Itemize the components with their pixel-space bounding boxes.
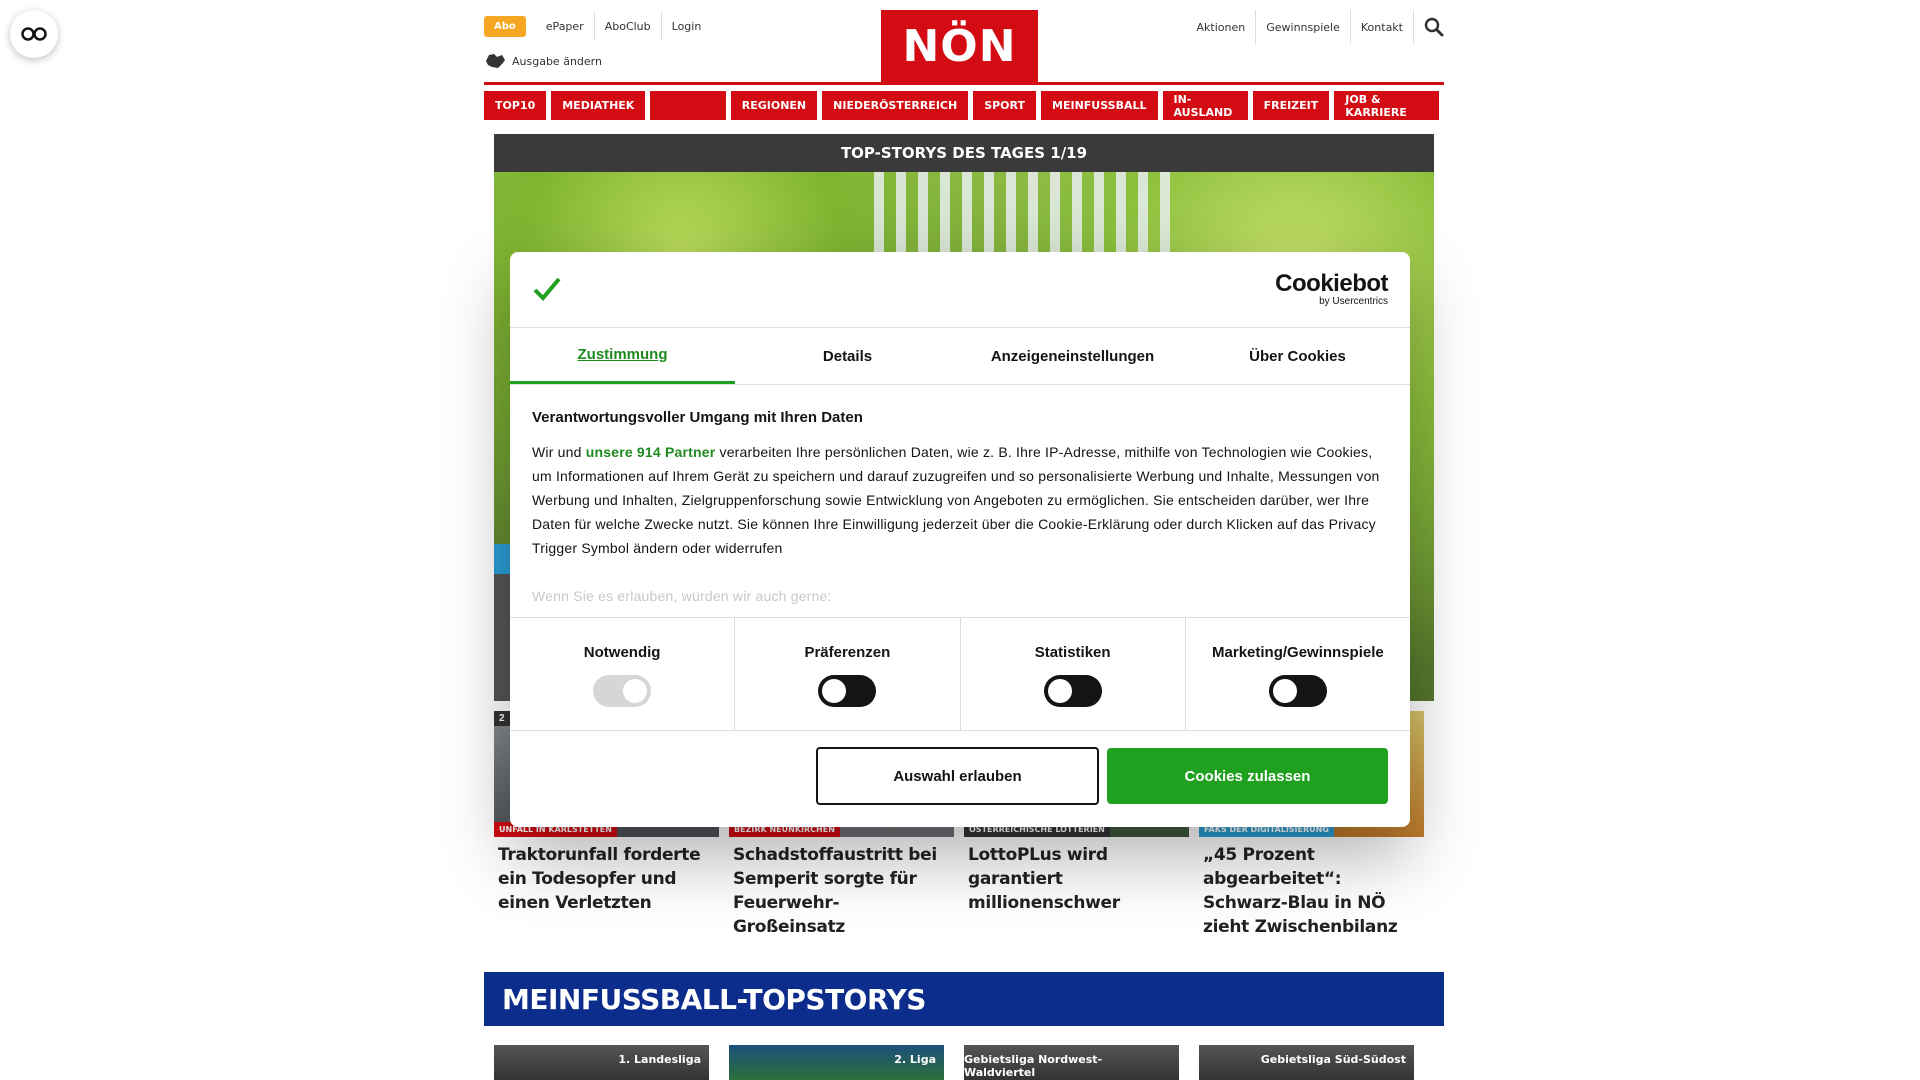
league-label: Gebietsliga Süd-Südost	[1260, 1053, 1406, 1066]
ausgabe-label: Ausgabe ändern	[512, 54, 602, 68]
toggle-label: Statistiken	[1034, 644, 1111, 661]
story-title[interactable]: Schadstoffaustritt bei Semperit sorgte f…	[729, 837, 954, 939]
lower-austria-map-icon	[486, 54, 505, 68]
allow-all-cookies-button[interactable]: Cookies zulassen	[1107, 748, 1388, 804]
toggle-knob	[1047, 679, 1072, 703]
statistiken-toggle[interactable]	[1043, 675, 1102, 707]
story-number: 2	[494, 711, 510, 726]
cookiebot-brand: Cookiebot	[1275, 270, 1388, 297]
aboclub-link[interactable]: AboClub	[593, 12, 661, 40]
tab-label: Anzeigeneinstellungen	[990, 347, 1155, 365]
praeferenzen-toggle[interactable]	[818, 675, 877, 707]
site-container: Abo ePaper AboClub Login Ausgabe ändern …	[484, 0, 1444, 1080]
league-label: 1. Landesliga	[618, 1053, 701, 1066]
abo-button[interactable]: Abo	[484, 15, 526, 37]
meinfussball-cards: 1. Landesliga 2. Liga Gebietsliga Nordwe…	[494, 1045, 1434, 1080]
dialog-body: Verantwortungsvoller Umgang mit Ihren Da…	[510, 385, 1410, 617]
toggle-group-statistiken: Statistiken	[961, 618, 1186, 730]
header-divider	[484, 82, 1444, 85]
meinfussball-card[interactable]: Gebietsliga Nordwest-Waldviertel	[964, 1045, 1179, 1080]
nav-item-meinfussball[interactable]: MEINFUSSBALL	[1041, 91, 1158, 120]
nav-item-in-ausland[interactable]: IN-AUSLAND	[1162, 91, 1248, 120]
text-before: Wir und	[532, 444, 586, 460]
search-icon	[1424, 17, 1444, 37]
gewinnspiele-link[interactable]: Gewinnspiele	[1256, 10, 1351, 44]
tab-ueber-cookies[interactable]: Über Cookies	[1185, 328, 1410, 384]
topstories-header: TOP-STORYS DES TAGES 1/19	[494, 134, 1434, 172]
meinfussball-card[interactable]: 1. Landesliga	[494, 1045, 709, 1080]
epaper-link[interactable]: ePaper	[536, 12, 594, 40]
dialog-actions: Auswahl erlauben Cookies zulassen	[510, 731, 1410, 827]
toggle-group-marketing: Marketing/Gewinnspiele	[1186, 618, 1410, 730]
dialog-tabs: Zustimmung Details Anzeigeneinstellungen…	[510, 328, 1410, 385]
nav-item-freizeit[interactable]: FREIZEIT	[1252, 91, 1330, 120]
nav-item-niederoesterreich[interactable]: NIEDERÖSTERREICH	[822, 91, 969, 120]
partner-link[interactable]: unsere 914 Partner	[586, 444, 716, 460]
toggle-group-notwendig: Notwendig	[510, 618, 736, 730]
marketing-toggle[interactable]	[1268, 675, 1327, 707]
nav-item-mediathek[interactable]: MEDIATHEK	[551, 91, 646, 120]
top-left-links: Abo ePaper AboClub Login	[484, 12, 711, 40]
notwendig-toggle	[593, 675, 652, 707]
login-link[interactable]: Login	[660, 12, 712, 40]
top-right-links: Aktionen Gewinnspiele Kontakt	[1187, 10, 1444, 44]
dialog-heading: Verantwortungsvoller Umgang mit Ihren Da…	[532, 409, 863, 426]
main-navigation: TOP10 MEDIATHEK REGIONEN NIEDERÖSTERREIC…	[484, 91, 1444, 120]
tab-label: Details	[822, 347, 873, 365]
dialog-header: Cookiebot by Usercentrics	[510, 252, 1410, 328]
toggle-knob	[822, 679, 847, 703]
faded-text: Wenn Sie es erlauben, würden wir auch ge…	[532, 588, 832, 604]
tab-label: Zustimmung	[577, 346, 668, 363]
toggle-label: Notwendig	[583, 644, 661, 661]
story-title[interactable]: „45 Prozent abgearbeitet“: Schwarz-Blau …	[1199, 837, 1424, 939]
toggle-knob	[1272, 679, 1297, 703]
nav-item-job-karriere[interactable]: JOB & KARRIERE	[1334, 91, 1439, 120]
text-after: verarbeiten Ihre persönlichen Daten, wie…	[532, 444, 1380, 556]
privacy-trigger-button[interactable]	[10, 10, 58, 58]
story-title[interactable]: LottoPLus wird garantiert millionenschwe…	[964, 837, 1189, 915]
cookiebot-logo[interactable]: Cookiebot by Usercentrics	[1275, 270, 1388, 308]
privacy-trigger-icon	[21, 27, 47, 41]
cookiebot-brand-sub: by Usercentrics	[1319, 296, 1388, 307]
toggle-group-praeferenzen: Präferenzen	[735, 618, 961, 730]
top-bar: Abo ePaper AboClub Login Ausgabe ändern …	[484, 0, 1444, 83]
meinfussball-banner[interactable]: MEINFUSSBALL-TOPSTORYS	[484, 972, 1444, 1026]
meinfussball-card[interactable]: Gebietsliga Süd-Südost	[1199, 1045, 1414, 1080]
toggle-label: Marketing/Gewinnspiele	[1212, 644, 1384, 661]
aktionen-link[interactable]: Aktionen	[1187, 10, 1257, 44]
meinfussball-card[interactable]: 2. Liga	[729, 1045, 944, 1080]
story-title[interactable]: Traktorunfall forderte ein Todesopfer un…	[494, 837, 719, 915]
tab-details[interactable]: Details	[735, 328, 960, 384]
tab-label: Über Cookies	[1249, 347, 1346, 365]
toggle-knob	[623, 679, 648, 703]
tab-zustimmung[interactable]: Zustimmung	[510, 328, 735, 384]
toggle-label: Präferenzen	[804, 644, 891, 661]
consent-toggles: Notwendig Präferenzen Statistiken Market…	[510, 617, 1410, 731]
cookie-consent-dialog: Cookiebot by Usercentrics Zustimmung Det…	[510, 252, 1410, 827]
search-button[interactable]	[1414, 17, 1444, 37]
checkmark-icon	[533, 277, 561, 301]
tab-anzeigeneinstellungen[interactable]: Anzeigeneinstellungen	[960, 328, 1185, 384]
nav-item-empty[interactable]	[650, 91, 726, 120]
nav-item-regionen[interactable]: REGIONEN	[730, 91, 818, 120]
league-label: 2. Liga	[894, 1053, 936, 1066]
hero-fence-detail	[874, 172, 1174, 252]
noen-logo[interactable]: NÖN	[881, 10, 1038, 83]
dialog-text: Wir und unsere 914 Partner verarbeiten I…	[532, 440, 1388, 560]
allow-selection-button[interactable]: Auswahl erlauben	[816, 747, 1099, 805]
league-label: Gebietsliga Nordwest-Waldviertel	[964, 1053, 1103, 1079]
ausgabe-aendern-link[interactable]: Ausgabe ändern	[484, 52, 602, 70]
kontakt-link[interactable]: Kontakt	[1351, 10, 1414, 44]
nav-item-sport[interactable]: SPORT	[973, 91, 1037, 120]
nav-item-top10[interactable]: TOP10	[484, 91, 547, 120]
